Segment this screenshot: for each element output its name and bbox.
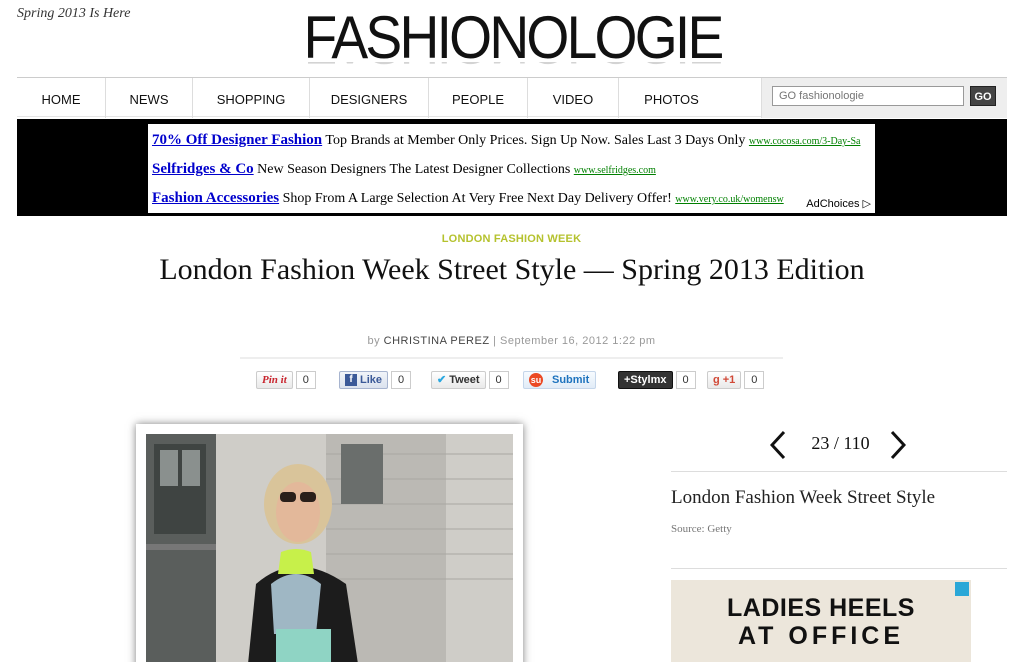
share-stylmx: +Stylmx 0 [618,370,696,390]
google-plus-icon: g [713,374,720,386]
ad-link[interactable]: Fashion Accessories [152,190,279,206]
byline-by: by [367,335,381,347]
stumbleupon-icon: su [529,373,543,387]
street-style-photo-illustration [146,434,513,662]
share-pinit: Pin it 0 [256,370,316,390]
stumble-submit-button[interactable]: su Submit [523,371,597,389]
site-tagline[interactable]: Spring 2013 Is Here [17,6,130,22]
logo-reflection: FASHIONOLOGIE [299,62,727,74]
slide-title: London Fashion Week Street Style [671,487,936,508]
ad-link[interactable]: 70% Off Designer Fashion [152,132,322,148]
stumble-label: Submit [552,374,590,386]
pinit-label: Pin it [262,374,287,386]
nav-item-photos[interactable]: PHOTOS [619,78,724,118]
next-arrow-icon[interactable] [890,430,906,460]
ad-url[interactable]: www.cocosa.com/3-Day-Sa [749,136,861,147]
gplus-button[interactable]: g +1 [707,371,742,389]
stylmx-label: +Stylmx [624,374,667,386]
text-ad-box: 70% Off Designer Fashion Top Brands at M… [148,124,875,213]
tweet-button[interactable]: ✔ Tweet [431,371,486,389]
pinit-button[interactable]: Pin it [256,371,293,389]
nav-item-designers[interactable]: DESIGNERS [310,78,429,118]
byline-author[interactable]: CHRISTINA PEREZ [384,335,490,347]
gallery-photo[interactable] [146,434,513,662]
ad-text: Shop From A Large Selection At Very Free… [282,191,672,206]
nav-item-video[interactable]: VIDEO [528,78,619,118]
ad-url[interactable]: www.selfridges.com [574,165,656,176]
byline-separator: | [493,335,501,347]
photo-source: Source: Getty [671,523,732,535]
nav-item-home[interactable]: HOME [17,78,106,118]
pinit-count: 0 [295,371,316,389]
gallery-photo-frame [136,424,523,662]
ad-banner: 70% Off Designer Fashion Top Brands at M… [17,119,1007,216]
article-byline: by CHRISTINA PEREZ | September 16, 2012 … [240,335,783,359]
like-count: 0 [391,371,412,389]
like-label: Like [360,374,383,386]
ad-line[interactable]: 70% Off Designer Fashion Top Brands at M… [152,132,860,154]
ad-url[interactable]: www.very.co.uk/womensw [675,194,783,205]
ad-line[interactable]: Selfridges & Co New Season Designers The… [152,161,656,183]
article-category[interactable]: LONDON FASHION WEEK [0,233,1023,245]
share-tweet: ✔ Tweet 0 [431,370,509,390]
stylmx-button[interactable]: +Stylmx [618,371,673,389]
nav-item-shopping[interactable]: SHOPPING [193,78,310,118]
nav-item-people[interactable]: PEOPLE [429,78,528,118]
divider [671,568,1007,569]
sidebar-ad-line2: AT OFFICE [737,622,905,650]
sidebar-ad[interactable]: LADIES HEELS AT OFFICE [671,580,971,662]
stylmx-count: 0 [675,371,696,389]
share-stumble: su Submit [523,370,597,390]
adchoices-label: AdChoices [806,198,860,210]
search-area: GO [761,78,1007,118]
nav-items: HOME NEWS SHOPPING DESIGNERS PEOPLE VIDE… [17,78,724,118]
adchoices-link[interactable]: AdChoices ▷ [804,197,871,210]
facebook-icon: f [345,374,357,386]
tweet-label: Tweet [449,374,480,386]
ad-text: Top Brands at Member Only Prices. Sign U… [325,133,746,148]
main-nav: HOME NEWS SHOPPING DESIGNERS PEOPLE VIDE… [17,77,1007,118]
gplus-count: 0 [744,371,765,389]
twitter-bird-icon: ✔ [437,374,447,386]
nav-item-news[interactable]: NEWS [106,78,193,118]
sidebar-ad-line1: LADIES HEELS [727,594,915,622]
divider [671,471,1007,472]
gallery-nav: 23 / 110 [768,430,913,460]
search-input[interactable] [772,86,964,106]
like-button[interactable]: f Like [339,371,389,389]
ad-line[interactable]: Fashion Accessories Shop From A Large Se… [152,190,784,212]
share-gplus: g +1 0 [707,370,765,390]
tweet-count: 0 [488,371,509,389]
article-title: London Fashion Week Street Style — Sprin… [159,253,865,286]
search-go-button[interactable]: GO [970,86,996,106]
ad-text: New Season Designers The Latest Designer… [257,162,571,177]
share-like: f Like 0 [339,370,412,390]
byline-date: September 16, 2012 1:22 pm [500,335,656,347]
ad-link[interactable]: Selfridges & Co [152,161,254,177]
adchoices-icon: ▷ [862,198,871,210]
gplus-label: +1 [722,374,736,386]
